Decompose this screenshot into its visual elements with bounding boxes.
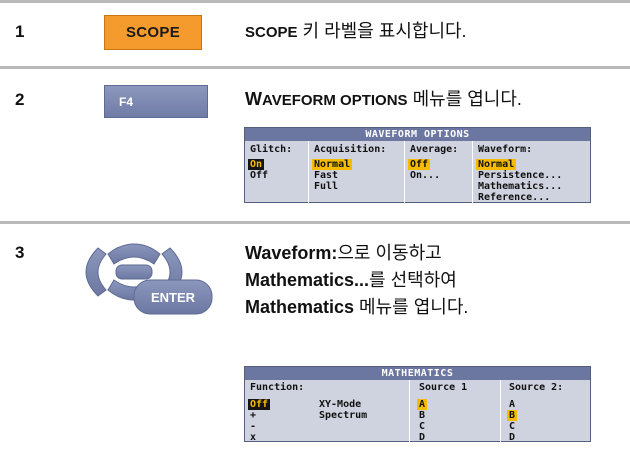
menu-option[interactable]: Persistence... xyxy=(478,170,562,181)
step-instruction: WAVEFORM OPTIONS 메뉴를 엽니다. xyxy=(245,86,522,114)
column-header: Glitch: xyxy=(250,144,293,155)
menu-option-selected[interactable]: Off xyxy=(248,399,271,410)
column-header: Source 2: xyxy=(509,382,564,393)
menu-option[interactable]: D xyxy=(419,432,467,443)
step-instruction: SCOPE 키 라벨을 표시합니다. xyxy=(245,18,467,46)
menu-option[interactable]: x xyxy=(250,432,304,443)
waveform-options-menu: WAVEFORM OPTIONS Glitch: On Off Acquisit… xyxy=(244,127,591,203)
menu-option[interactable]: XY-Mode xyxy=(319,399,367,410)
waveform-column: Waveform: Normal Persistence... Mathemat… xyxy=(476,144,562,203)
column-header: Waveform: xyxy=(478,144,533,155)
f4-key-button[interactable]: F4 xyxy=(104,85,208,118)
menu-title: WAVEFORM OPTIONS xyxy=(245,128,590,141)
menu-option[interactable]: - xyxy=(250,421,304,432)
menu-option[interactable]: On... xyxy=(410,170,458,181)
menu-option-selected[interactable]: Normal xyxy=(476,159,517,170)
menu-title: MATHEMATICS xyxy=(245,367,590,380)
menu-option[interactable]: + xyxy=(250,410,304,421)
separator xyxy=(0,66,630,69)
menu-name: Mathematics xyxy=(245,297,355,317)
arrow-up-icon xyxy=(107,243,161,265)
option-name: Mathematics... xyxy=(245,270,370,290)
instruction-text: 키 라벨을 표시합니다. xyxy=(297,21,467,41)
column-header: Acquisition: xyxy=(314,144,387,155)
step-number: 3 xyxy=(15,243,25,262)
key-name: SCOPE xyxy=(245,24,298,41)
scope-key-button[interactable]: SCOPE xyxy=(104,15,202,50)
separator xyxy=(0,221,630,224)
menu-option[interactable]: Mathematics... xyxy=(478,181,562,192)
menu-option[interactable]: C xyxy=(419,421,467,432)
glitch-column: Glitch: On Off xyxy=(248,144,293,181)
enter-key-label: ENTER xyxy=(151,290,196,305)
menu-name: AVEFORM OPTIONS xyxy=(262,92,408,109)
separator xyxy=(0,0,630,3)
mathematics-menu: MATHEMATICS Function: Off + - x XY-Mode … xyxy=(244,366,591,443)
source1-column: Source 1 A B C D xyxy=(417,382,468,443)
menu-option[interactable]: D xyxy=(509,432,563,443)
menu-option-selected[interactable]: Normal xyxy=(312,159,353,170)
menu-option-selected[interactable]: On xyxy=(248,159,265,170)
menu-option[interactable]: C xyxy=(509,421,563,432)
instruction-text: 메뉴를 엽니다. xyxy=(407,89,522,109)
menu-option[interactable]: Spectrum xyxy=(319,410,367,421)
function-column: Function: Off + - x xyxy=(248,382,305,443)
average-column: Average: Off On... xyxy=(408,144,459,181)
source2-column: Source 2: A B C D xyxy=(507,382,564,443)
field-name: Waveform: xyxy=(245,243,338,263)
menu-option[interactable]: A xyxy=(509,399,563,410)
column-header: Function: xyxy=(250,382,305,393)
instruction-text: 메뉴를 엽니다. xyxy=(354,297,469,317)
step-number: 2 xyxy=(15,90,25,109)
column-header: Source 1 xyxy=(419,382,468,393)
instruction-text: 를 선택하여 xyxy=(369,270,457,290)
arrow-left-icon xyxy=(85,247,107,297)
mode-column: XY-Mode Spectrum xyxy=(319,382,367,421)
menu-option[interactable]: Fast xyxy=(314,170,386,181)
navigation-pad-icon[interactable]: ENTER xyxy=(84,238,214,318)
menu-option[interactable]: Off xyxy=(250,170,292,181)
menu-option-selected[interactable]: A xyxy=(417,399,428,410)
menu-option[interactable]: Full xyxy=(314,181,386,192)
acquisition-column: Acquisition: Normal Fast Full xyxy=(312,144,387,192)
menu-option[interactable]: Reference... xyxy=(478,192,562,203)
step-number: 1 xyxy=(15,22,25,41)
instruction-text: 으로 이동하고 xyxy=(337,243,442,263)
menu-name-lead: W xyxy=(245,89,262,109)
menu-option[interactable]: B xyxy=(419,410,467,421)
menu-option-selected[interactable]: B xyxy=(507,410,518,421)
column-header: Average: xyxy=(410,144,459,155)
menu-option-selected[interactable]: Off xyxy=(408,159,431,170)
step-instruction: Waveform:으로 이동하고 Mathematics...를 선택하여 Ma… xyxy=(245,240,468,321)
